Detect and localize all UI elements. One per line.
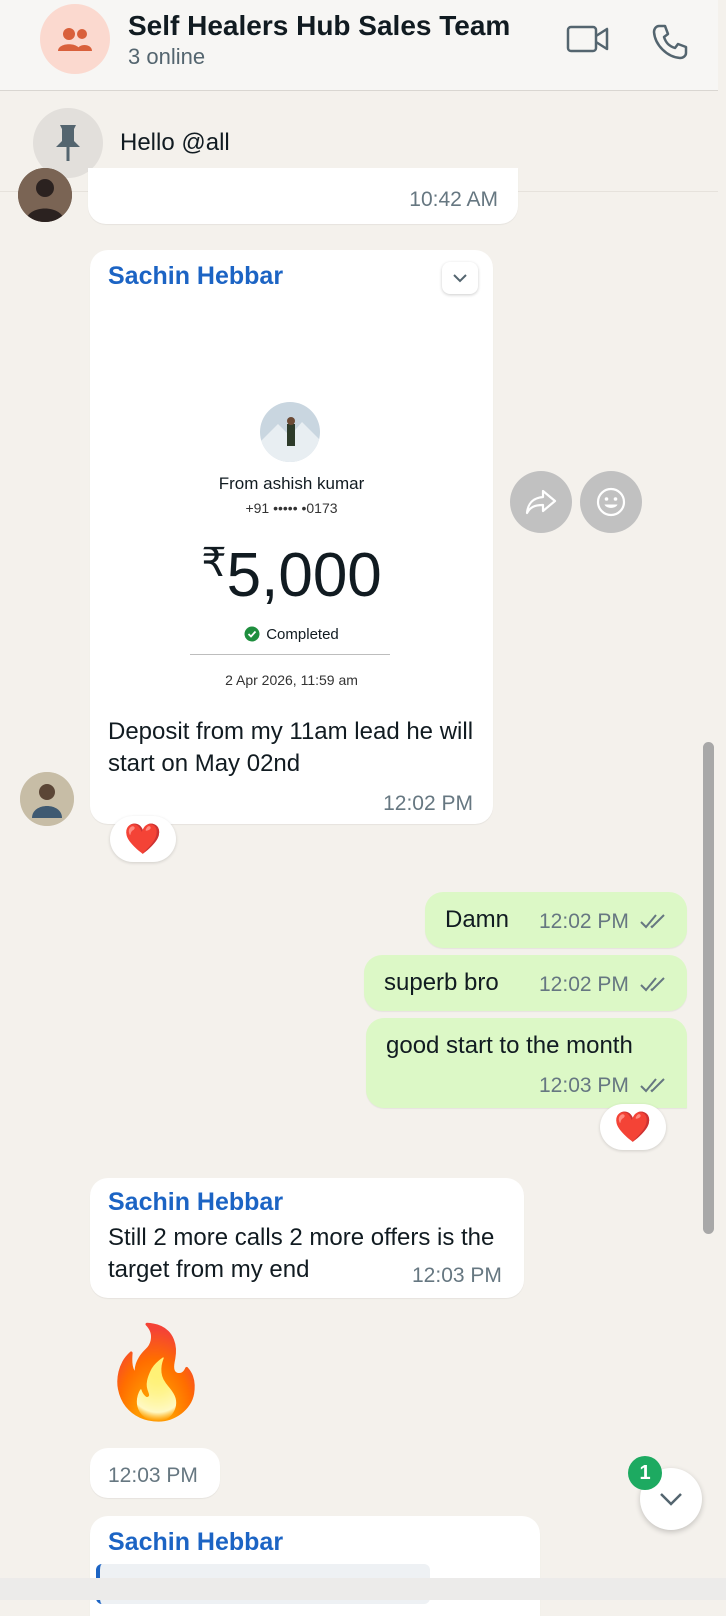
sender-name[interactable]: Sachin Hebbar — [108, 262, 283, 291]
read-receipt-icon — [640, 977, 665, 992]
group-avatar[interactable] — [40, 4, 110, 74]
video-call-button[interactable] — [566, 22, 610, 58]
check-circle-icon — [244, 626, 260, 642]
message-text: superb bro — [384, 969, 499, 996]
message-bubble[interactable]: Sachin Hebbar Still 2 more calls 2 more … — [90, 1178, 524, 1298]
avatar-photo — [20, 772, 74, 826]
currency-symbol: ₹ — [201, 541, 227, 585]
online-status: 3 online — [128, 44, 206, 69]
message-text: Deposit from my 11am lead he will start … — [108, 718, 474, 777]
message-bubble[interactable]: 12:03 PM — [90, 1448, 220, 1498]
message-time: 12:02 PM — [539, 973, 629, 996]
message-menu-button[interactable] — [442, 262, 478, 294]
forward-icon — [525, 489, 557, 515]
message-bubble[interactable]: 10:42 AM — [88, 168, 518, 224]
sender-avatar[interactable] — [20, 772, 74, 826]
pinned-message-text: Hello @all — [120, 129, 230, 156]
sender-avatar[interactable] — [18, 168, 72, 222]
react-button[interactable] — [580, 471, 642, 533]
phone-icon — [652, 24, 688, 60]
message-text: Damn — [445, 906, 510, 933]
forward-button[interactable] — [510, 471, 572, 533]
smiley-icon — [596, 487, 626, 517]
amount-value: 5,000 — [226, 541, 382, 610]
read-receipt-icon — [640, 914, 665, 929]
divider — [190, 654, 390, 655]
heart-reaction[interactable]: ❤️ — [110, 816, 176, 862]
sender-name[interactable]: Sachin Hebbar — [108, 1528, 283, 1557]
payment-status-text: Completed — [266, 626, 339, 643]
outgoing-message-bubble[interactable]: Damn 12:02 PM — [425, 892, 687, 948]
message-time: 12:03 PM — [108, 1464, 198, 1487]
message-time: 12:03 PM — [412, 1264, 502, 1287]
chevron-down-icon — [660, 1493, 682, 1506]
outgoing-message-bubble[interactable]: good start to the month 12:03 PM — [366, 1018, 687, 1108]
payment-message-bubble[interactable]: Sachin Hebbar From ashish kumar +91 ••••… — [90, 250, 493, 824]
payment-amount: ₹5,000 — [90, 528, 493, 611]
message-time: 10:42 AM — [409, 188, 498, 211]
payment-date: 2 Apr 2026, 11:59 am — [225, 672, 358, 688]
video-camera-icon — [566, 25, 609, 53]
outgoing-message-bubble[interactable]: superb bro 12:02 PM — [364, 955, 687, 1011]
sender-name[interactable]: Sachin Hebbar — [108, 1188, 283, 1217]
message-time: 12:03 PM — [539, 1074, 629, 1097]
group-icon — [58, 28, 92, 51]
payer-avatar — [260, 402, 320, 462]
chevron-down-icon — [453, 274, 467, 283]
chat-header: Self Healers Hub Sales Team 3 online — [0, 0, 718, 91]
payment-status: Completed — [90, 626, 493, 643]
message-time: 12:02 PM — [539, 910, 629, 933]
payment-receipt-image[interactable]: From ashish kumar +91 ••••• •0173 ₹5,000… — [90, 330, 493, 670]
scrollbar-thumb[interactable] — [703, 742, 714, 1234]
voice-call-button[interactable] — [650, 22, 690, 62]
pin-icon — [56, 125, 80, 161]
read-receipt-icon — [640, 1078, 665, 1093]
avatar-photo — [18, 168, 72, 222]
payer-photo — [260, 402, 320, 462]
unread-count-badge: 1 — [628, 1456, 662, 1490]
payer-phone: +91 ••••• •0173 — [245, 500, 338, 516]
message-time: 12:02 PM — [383, 792, 473, 815]
message-bubble[interactable]: Sachin Hebbar — [90, 1516, 540, 1616]
composer-edge — [0, 1578, 726, 1600]
payer-name: From ashish kumar — [218, 474, 365, 493]
emoji-message[interactable]: 🔥 — [100, 1318, 212, 1428]
heart-reaction[interactable]: ❤️ — [600, 1104, 666, 1150]
chat-title[interactable]: Self Healers Hub Sales Team — [128, 10, 510, 42]
message-text: good start to the month — [386, 1032, 633, 1059]
